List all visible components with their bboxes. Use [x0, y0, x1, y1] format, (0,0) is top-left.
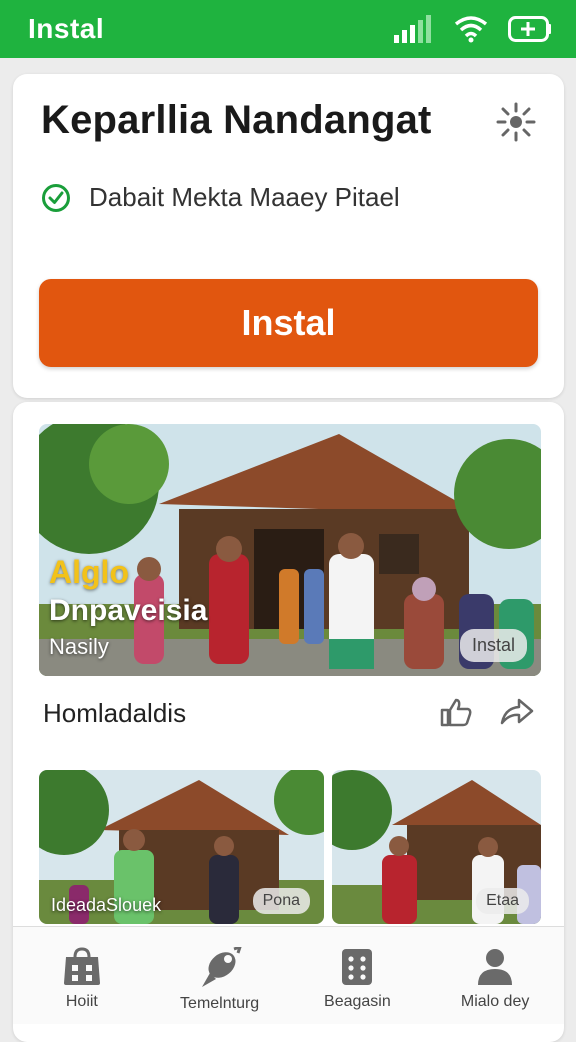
hero-image[interactable]: Alglo Dnpaveisia Nasily Instal — [39, 424, 541, 676]
rocket-icon — [201, 947, 242, 987]
install-button[interactable]: Instal — [39, 279, 538, 367]
verified-row: Dabait Mekta Maaey Pitael — [41, 182, 400, 213]
nav-item-profile[interactable]: Mialo dey — [435, 947, 555, 1011]
share-icon[interactable] — [499, 696, 535, 726]
battery-charging-icon — [508, 16, 551, 42]
bottom-nav: Hoiit Temelnturg Beagasin Mialo dey — [13, 926, 564, 1024]
caption-actions — [439, 696, 535, 728]
status-bar: Instal — [0, 0, 576, 58]
nav-item-home[interactable]: Hoiit — [22, 947, 142, 1011]
thumbnail-1-label: IdeadaSlouek — [51, 895, 162, 915]
hero-overlay-line3: Nasily — [49, 634, 109, 659]
apps-icon — [342, 949, 373, 985]
status-bar-title: Instal — [28, 13, 105, 44]
settings-sun-icon[interactable] — [496, 102, 536, 142]
nav-label-profile: Mialo dey — [460, 993, 530, 1010]
thumbnail-1-badge[interactable]: Pona — [252, 888, 310, 914]
status-icons — [394, 15, 552, 43]
thumbs-up-icon[interactable] — [439, 696, 473, 728]
verified-check-icon — [42, 183, 70, 212]
app-header-card: Keparllia Nandangat Dabait Mekta Maaey P… — [13, 74, 564, 398]
thumbnail-1[interactable]: IdeadaSlouek Pona — [39, 770, 324, 924]
nav-item-games[interactable]: Temelnturg — [160, 947, 280, 1013]
caption-row: Homladaldis — [43, 694, 535, 734]
thumbnail-2-badge[interactable]: Etaa — [476, 888, 529, 914]
app-title: Keparllia Nandangat — [41, 98, 432, 142]
nav-label-games: Temelnturg — [180, 995, 260, 1012]
nav-label-home: Hoiit — [65, 993, 98, 1010]
profile-icon — [478, 949, 513, 985]
hero-badge[interactable]: Instal — [459, 629, 527, 662]
hero-overlay-line2: Dnpaveisia — [49, 594, 208, 627]
thumbnail-2[interactable]: Etaa — [332, 770, 541, 924]
nav-item-apps[interactable]: Beagasin — [297, 947, 417, 1011]
nav-label-apps: Beagasin — [324, 993, 391, 1010]
wifi-icon — [454, 16, 488, 43]
caption-title: Homladaldis — [43, 698, 187, 728]
store-icon — [63, 947, 100, 985]
verified-publisher-text: Dabait Mekta Maaey Pitael — [89, 182, 400, 212]
signal-icon — [394, 15, 431, 43]
hero-overlay-line1: Alglo — [49, 554, 129, 590]
